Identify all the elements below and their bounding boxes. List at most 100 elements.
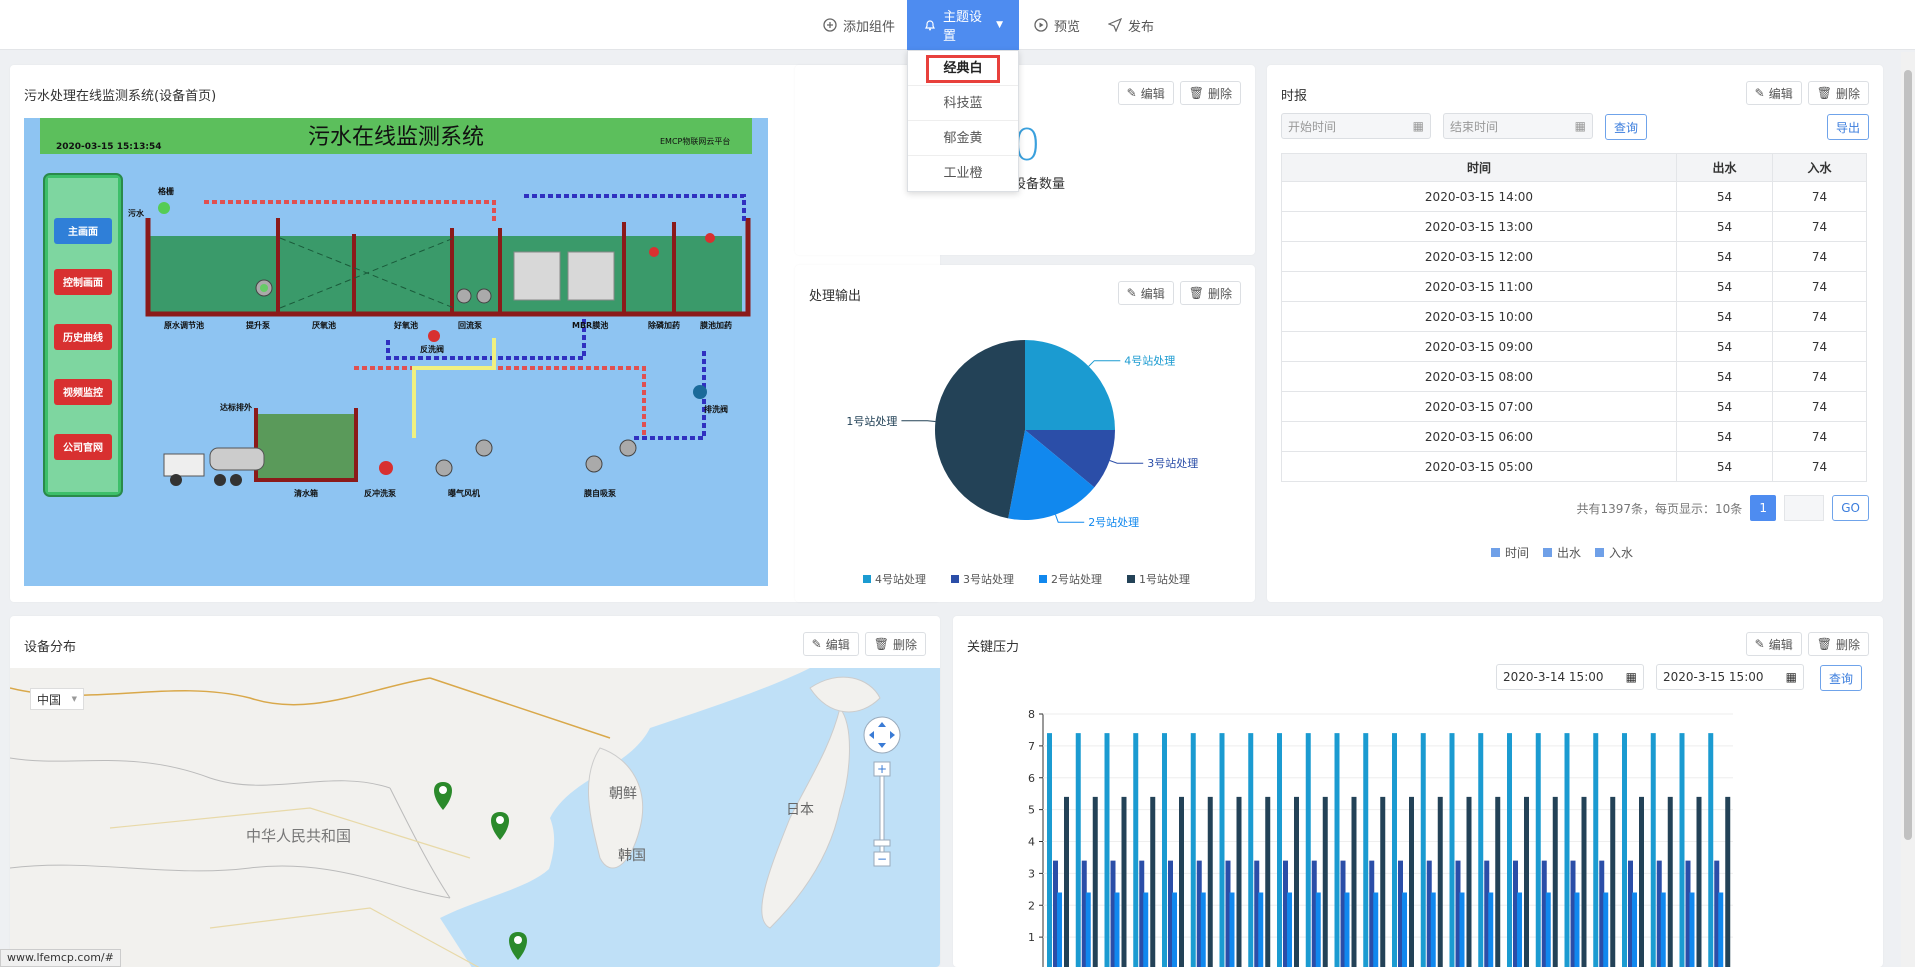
bar[interactable]	[1351, 796, 1357, 967]
scada-nav-control[interactable]: 控制画面	[54, 269, 112, 295]
theme-settings-button[interactable]: 主题设置 ▼	[907, 0, 1019, 50]
bar[interactable]	[1305, 733, 1311, 967]
bar[interactable]	[1430, 892, 1436, 967]
bar[interactable]	[1603, 892, 1609, 967]
scrollbar-thumb[interactable]	[1904, 70, 1912, 840]
bar[interactable]	[1219, 733, 1225, 967]
page-scrollbar[interactable]	[1901, 52, 1915, 967]
pie-legend-label[interactable]: 4号站处理	[875, 572, 926, 586]
preview-button[interactable]: 预览	[1034, 0, 1080, 50]
pie-legend-label[interactable]: 2号站处理	[1051, 572, 1102, 586]
legend-item-outflow[interactable]: 出水	[1543, 544, 1581, 561]
bar[interactable]	[1517, 892, 1522, 967]
theme-option-tech-blue[interactable]: 科技蓝	[908, 86, 1018, 121]
bar[interactable]	[1449, 733, 1455, 967]
delete-button[interactable]: 🗑删除	[1179, 281, 1241, 305]
bar[interactable]	[1718, 892, 1724, 967]
bar[interactable]	[1437, 796, 1443, 967]
bar[interactable]	[1420, 733, 1426, 967]
bar[interactable]	[1459, 892, 1465, 967]
bar[interactable]	[1121, 796, 1127, 967]
bar[interactable]	[1380, 796, 1386, 967]
bar[interactable]	[1150, 796, 1156, 967]
bar[interactable]	[1689, 892, 1695, 967]
bar[interactable]	[1143, 892, 1149, 967]
bar[interactable]	[1392, 733, 1397, 967]
bar[interactable]	[1236, 796, 1242, 967]
start-time-input[interactable]: 开始时间 ▦	[1281, 113, 1431, 139]
bar[interactable]	[1200, 892, 1206, 967]
bar[interactable]	[1085, 892, 1091, 967]
bar[interactable]	[1344, 892, 1350, 967]
bar[interactable]	[1363, 733, 1369, 967]
map-zoom-slider[interactable]	[873, 839, 891, 847]
map-pan-control[interactable]	[863, 716, 901, 754]
bar[interactable]	[1660, 892, 1666, 967]
bar[interactable]	[1162, 733, 1167, 967]
bar[interactable]	[1294, 796, 1299, 967]
go-button[interactable]: GO	[1832, 495, 1869, 521]
page-1-button[interactable]: 1	[1750, 495, 1777, 521]
bar[interactable]	[1409, 796, 1414, 967]
bar[interactable]	[1190, 733, 1196, 967]
bar[interactable]	[1075, 733, 1081, 967]
bar[interactable]	[1488, 892, 1494, 967]
edit-button[interactable]: ✎编辑	[1117, 281, 1174, 305]
bar[interactable]	[1593, 733, 1599, 967]
bar[interactable]	[1708, 733, 1714, 967]
delete-button[interactable]: 🗑删除	[864, 632, 926, 656]
map-zoom-in-button[interactable]: +	[873, 761, 891, 777]
query-button[interactable]: 查询	[1605, 114, 1648, 140]
scada-nav-main[interactable]: 主画面	[54, 218, 112, 244]
scada-nav-history[interactable]: 历史曲线	[54, 324, 112, 350]
scada-nav-video[interactable]: 视频监控	[54, 379, 112, 405]
bar[interactable]	[1574, 892, 1580, 967]
page-jump-input[interactable]	[1784, 495, 1825, 521]
bar[interactable]	[1545, 892, 1551, 967]
theme-option-tulip-yellow[interactable]: 郁金黄	[908, 121, 1018, 156]
delete-button[interactable]: 🗑删除	[1179, 81, 1241, 105]
bar[interactable]	[1495, 796, 1501, 967]
bar[interactable]	[1696, 796, 1702, 967]
pie-legend-label[interactable]: 1号站处理	[1139, 572, 1190, 586]
bar[interactable]	[1725, 796, 1731, 967]
pie-slice[interactable]	[934, 340, 1025, 519]
scada-nav-website[interactable]: 公司官网	[54, 434, 112, 460]
bar[interactable]	[1564, 733, 1570, 967]
theme-option-industrial-orange[interactable]: 工业橙	[908, 156, 1018, 191]
edit-button[interactable]: ✎编辑	[1745, 81, 1802, 105]
bar[interactable]	[1092, 796, 1098, 967]
bar[interactable]	[1334, 733, 1340, 967]
bar[interactable]	[1552, 796, 1558, 967]
bar[interactable]	[1622, 733, 1627, 967]
bar[interactable]	[1277, 733, 1282, 967]
publish-button[interactable]: 发布	[1108, 0, 1154, 50]
bar[interactable]	[1478, 733, 1484, 967]
bar[interactable]	[1581, 796, 1587, 967]
end-time-input[interactable]: 结束时间 ▦	[1443, 113, 1593, 139]
bar[interactable]	[1679, 733, 1685, 967]
bar[interactable]	[1258, 892, 1264, 967]
pie-slice[interactable]	[1025, 340, 1115, 430]
bar[interactable]	[1179, 796, 1184, 967]
edit-button[interactable]: ✎编辑	[1117, 81, 1174, 105]
bar[interactable]	[1610, 796, 1616, 967]
add-component-button[interactable]: 添加组件	[823, 0, 895, 50]
bar[interactable]	[1524, 796, 1529, 967]
bar[interactable]	[1133, 733, 1139, 967]
bar[interactable]	[1114, 892, 1120, 967]
delete-button[interactable]: 🗑删除	[1807, 632, 1869, 656]
pie-legend-label[interactable]: 3号站处理	[963, 572, 1014, 586]
theme-option-classic-white[interactable]: 经典白	[908, 51, 1018, 86]
edit-button[interactable]: ✎编辑	[1745, 632, 1802, 656]
bar[interactable]	[1265, 796, 1271, 967]
map-zoom-out-button[interactable]: −	[873, 851, 891, 867]
bar[interactable]	[1373, 892, 1379, 967]
bar[interactable]	[1667, 796, 1673, 967]
legend-item-time[interactable]: 时间	[1491, 544, 1529, 561]
bar[interactable]	[1207, 796, 1213, 967]
export-button[interactable]: 导出	[1826, 114, 1869, 140]
bar[interactable]	[1287, 892, 1292, 967]
bar[interactable]	[1315, 892, 1321, 967]
bar[interactable]	[1322, 796, 1328, 967]
